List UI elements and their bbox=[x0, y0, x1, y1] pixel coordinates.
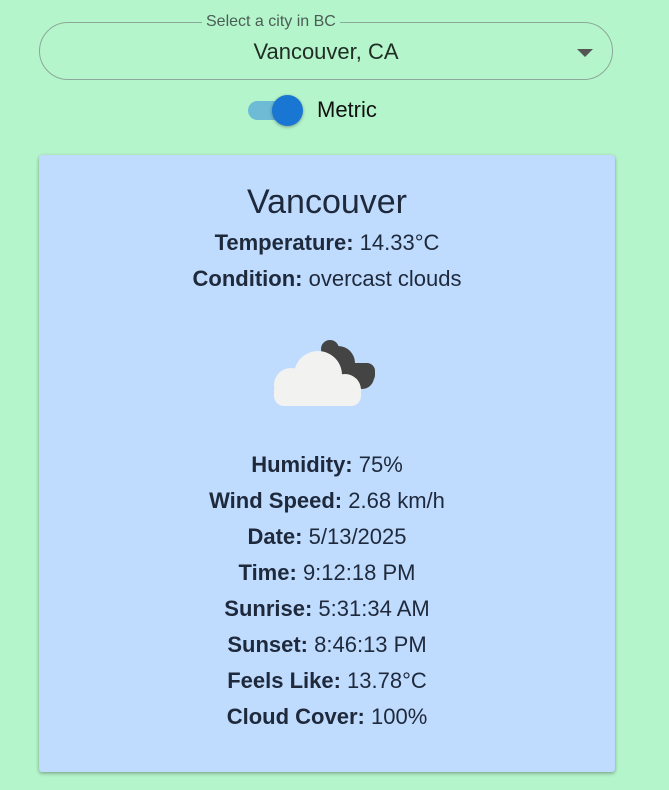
sunrise-label: Sunrise: bbox=[224, 596, 313, 621]
cloud-cover-label: Cloud Cover: bbox=[226, 704, 365, 729]
sunset-label: Sunset: bbox=[227, 632, 309, 657]
sunset-row: Sunset: 8:46:13 PM bbox=[39, 631, 615, 659]
date-row: Date: 5/13/2025 bbox=[39, 523, 615, 551]
condition-row: Condition: overcast clouds bbox=[39, 265, 615, 293]
city-select-label: Select a city in BC bbox=[202, 12, 340, 32]
city-name: Vancouver bbox=[246, 183, 408, 221]
cloud-cover-row: Cloud Cover: 100% bbox=[39, 703, 615, 731]
chevron-down-icon[interactable] bbox=[577, 49, 593, 57]
sunrise-row: Sunrise: 5:31:34 AM bbox=[39, 595, 615, 623]
overcast-clouds-icon bbox=[274, 340, 375, 406]
temperature-value: 14.33°C bbox=[359, 230, 440, 255]
humidity-label: Humidity: bbox=[251, 452, 353, 477]
humidity-value: 75% bbox=[358, 452, 403, 477]
humidity-row: Humidity: 75% bbox=[39, 451, 615, 479]
units-toggle-row: Metric bbox=[248, 94, 377, 126]
city-select[interactable]: Select a city in BC Vancouver, CA bbox=[39, 12, 613, 80]
wind-speed-row: Wind Speed: 2.68 km/h bbox=[39, 487, 615, 515]
toggle-thumb[interactable] bbox=[272, 95, 303, 126]
sunrise-value: 5:31:34 AM bbox=[318, 596, 430, 621]
wind-speed-label: Wind Speed: bbox=[209, 488, 343, 513]
feels-like-label: Feels Like: bbox=[227, 668, 341, 693]
time-row: Time: 9:12:18 PM bbox=[39, 559, 615, 587]
weather-card: Vancouver Temperature: 14.33°C Condition… bbox=[39, 155, 615, 772]
metric-toggle-label: Metric bbox=[317, 97, 377, 122]
condition-label: Condition: bbox=[192, 266, 303, 291]
metric-toggle-switch[interactable] bbox=[248, 94, 304, 126]
city-select-value: Vancouver, CA bbox=[253, 39, 399, 64]
temperature-label: Temperature: bbox=[214, 230, 354, 255]
date-label: Date: bbox=[247, 524, 303, 549]
time-label: Time: bbox=[238, 560, 297, 585]
feels-like-row: Feels Like: 13.78°C bbox=[39, 667, 615, 695]
sunset-value: 8:46:13 PM bbox=[314, 632, 427, 657]
temperature-row: Temperature: 14.33°C bbox=[39, 229, 615, 257]
time-value: 9:12:18 PM bbox=[302, 560, 416, 585]
date-value: 5/13/2025 bbox=[308, 524, 407, 549]
feels-like-value: 13.78°C bbox=[347, 668, 427, 693]
cloud-cover-value: 100% bbox=[370, 704, 428, 729]
wind-speed-value: 2.68 km/h bbox=[348, 488, 445, 513]
condition-value: overcast clouds bbox=[308, 266, 462, 291]
